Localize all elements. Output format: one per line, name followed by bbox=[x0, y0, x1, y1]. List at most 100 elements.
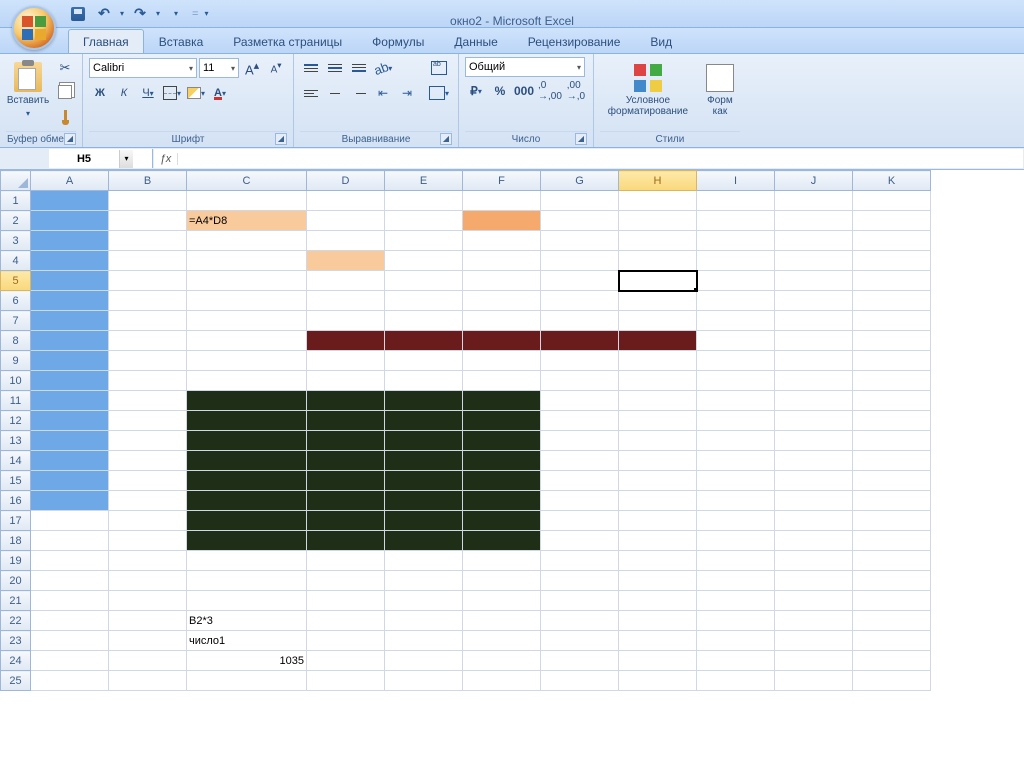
cell-H16[interactable] bbox=[619, 491, 697, 511]
cell-K14[interactable] bbox=[853, 451, 931, 471]
cell-D6[interactable] bbox=[307, 291, 385, 311]
cell-J19[interactable] bbox=[775, 551, 853, 571]
column-header-J[interactable]: J bbox=[775, 171, 853, 191]
cell-A23[interactable] bbox=[31, 631, 109, 651]
cell-K21[interactable] bbox=[853, 591, 931, 611]
cell-H21[interactable] bbox=[619, 591, 697, 611]
cell-G25[interactable] bbox=[541, 671, 619, 691]
cell-C15[interactable] bbox=[187, 471, 307, 491]
bold-button[interactable]: Ж bbox=[89, 82, 111, 104]
cell-F1[interactable] bbox=[463, 191, 541, 211]
cell-E19[interactable] bbox=[385, 551, 463, 571]
cell-K8[interactable] bbox=[853, 331, 931, 351]
cell-I23[interactable] bbox=[697, 631, 775, 651]
cell-G5[interactable] bbox=[541, 271, 619, 291]
cell-E16[interactable] bbox=[385, 491, 463, 511]
name-box-input[interactable] bbox=[49, 153, 119, 165]
tab-formulas[interactable]: Формулы bbox=[357, 29, 439, 53]
cell-H10[interactable] bbox=[619, 371, 697, 391]
cell-I22[interactable] bbox=[697, 611, 775, 631]
cell-B18[interactable] bbox=[109, 531, 187, 551]
cell-K17[interactable] bbox=[853, 511, 931, 531]
cell-J20[interactable] bbox=[775, 571, 853, 591]
cell-K13[interactable] bbox=[853, 431, 931, 451]
border-button[interactable]: ▾ bbox=[161, 82, 183, 104]
cell-B23[interactable] bbox=[109, 631, 187, 651]
cell-K5[interactable] bbox=[853, 271, 931, 291]
row-header-24[interactable]: 24 bbox=[1, 651, 31, 671]
cell-A2[interactable] bbox=[31, 211, 109, 231]
number-format-combo[interactable]: Общий▾ bbox=[465, 57, 585, 77]
paste-button[interactable]: Вставить ▾ bbox=[6, 57, 50, 123]
cell-G10[interactable] bbox=[541, 371, 619, 391]
cell-K12[interactable] bbox=[853, 411, 931, 431]
cell-B3[interactable] bbox=[109, 231, 187, 251]
cell-C3[interactable] bbox=[187, 231, 307, 251]
cell-I20[interactable] bbox=[697, 571, 775, 591]
align-center-button[interactable] bbox=[324, 82, 346, 104]
cell-J24[interactable] bbox=[775, 651, 853, 671]
cell-J25[interactable] bbox=[775, 671, 853, 691]
cell-K7[interactable] bbox=[853, 311, 931, 331]
cell-A16[interactable] bbox=[31, 491, 109, 511]
cell-G19[interactable] bbox=[541, 551, 619, 571]
shrink-font-button[interactable]: A▾ bbox=[265, 57, 287, 79]
cell-K25[interactable] bbox=[853, 671, 931, 691]
cell-G9[interactable] bbox=[541, 351, 619, 371]
cell-E24[interactable] bbox=[385, 651, 463, 671]
cell-F18[interactable] bbox=[463, 531, 541, 551]
row-header-19[interactable]: 19 bbox=[1, 551, 31, 571]
tab-page-layout[interactable]: Разметка страницы bbox=[218, 29, 357, 53]
cell-J22[interactable] bbox=[775, 611, 853, 631]
cell-C1[interactable] bbox=[187, 191, 307, 211]
cell-B20[interactable] bbox=[109, 571, 187, 591]
column-header-B[interactable]: B bbox=[109, 171, 187, 191]
cell-K19[interactable] bbox=[853, 551, 931, 571]
cell-C17[interactable] bbox=[187, 511, 307, 531]
cell-E6[interactable] bbox=[385, 291, 463, 311]
cell-B17[interactable] bbox=[109, 511, 187, 531]
cell-J16[interactable] bbox=[775, 491, 853, 511]
cell-K10[interactable] bbox=[853, 371, 931, 391]
cell-E22[interactable] bbox=[385, 611, 463, 631]
cell-G18[interactable] bbox=[541, 531, 619, 551]
cell-H3[interactable] bbox=[619, 231, 697, 251]
cell-C22[interactable]: B2*3 bbox=[187, 611, 307, 631]
cell-H14[interactable] bbox=[619, 451, 697, 471]
increase-indent-button[interactable]: ⇥ bbox=[396, 82, 418, 104]
font-name-combo[interactable]: Calibri▾ bbox=[89, 58, 197, 78]
cell-J18[interactable] bbox=[775, 531, 853, 551]
cell-F14[interactable] bbox=[463, 451, 541, 471]
cell-B19[interactable] bbox=[109, 551, 187, 571]
grow-font-button[interactable]: A▴ bbox=[241, 57, 263, 79]
dialog-launcher[interactable]: ◢ bbox=[575, 133, 587, 145]
cell-E15[interactable] bbox=[385, 471, 463, 491]
cell-C6[interactable] bbox=[187, 291, 307, 311]
cell-D23[interactable] bbox=[307, 631, 385, 651]
align-top-button[interactable] bbox=[300, 57, 322, 79]
formula-input[interactable] bbox=[178, 153, 1023, 165]
cell-E4[interactable] bbox=[385, 251, 463, 271]
cell-A9[interactable] bbox=[31, 351, 109, 371]
cell-H19[interactable] bbox=[619, 551, 697, 571]
cell-I12[interactable] bbox=[697, 411, 775, 431]
column-header-H[interactable]: H bbox=[619, 171, 697, 191]
cell-F24[interactable] bbox=[463, 651, 541, 671]
cell-D20[interactable] bbox=[307, 571, 385, 591]
cell-A3[interactable] bbox=[31, 231, 109, 251]
cell-H22[interactable] bbox=[619, 611, 697, 631]
cell-B1[interactable] bbox=[109, 191, 187, 211]
cell-B14[interactable] bbox=[109, 451, 187, 471]
row-header-23[interactable]: 23 bbox=[1, 631, 31, 651]
cell-J17[interactable] bbox=[775, 511, 853, 531]
cell-B6[interactable] bbox=[109, 291, 187, 311]
cell-A12[interactable] bbox=[31, 411, 109, 431]
row-header-18[interactable]: 18 bbox=[1, 531, 31, 551]
row-header-10[interactable]: 10 bbox=[1, 371, 31, 391]
cell-E8[interactable] bbox=[385, 331, 463, 351]
cell-G12[interactable] bbox=[541, 411, 619, 431]
currency-button[interactable]: ₽▾ bbox=[465, 80, 487, 102]
tab-review[interactable]: Рецензирование bbox=[513, 29, 636, 53]
cell-H1[interactable] bbox=[619, 191, 697, 211]
cell-E5[interactable] bbox=[385, 271, 463, 291]
